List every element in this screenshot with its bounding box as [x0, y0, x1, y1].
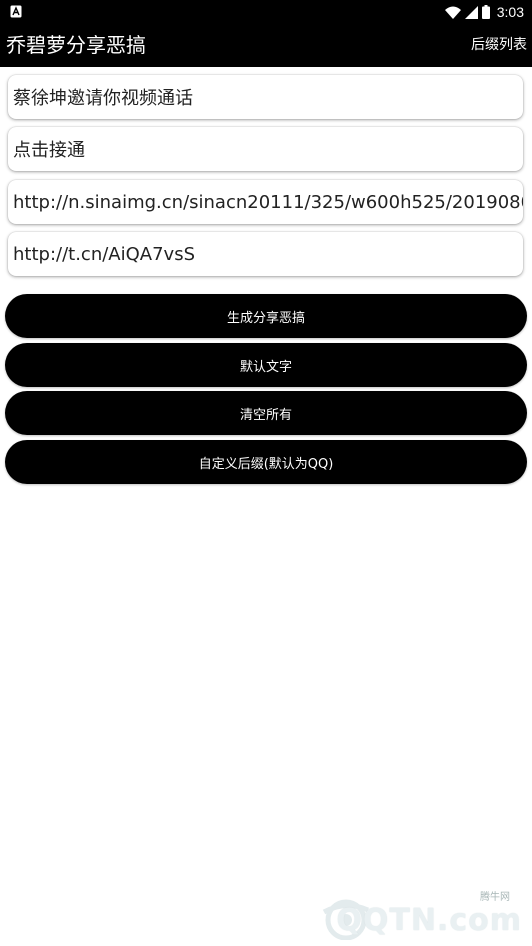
battery-icon — [481, 5, 490, 19]
status-time: 3:03 — [496, 4, 524, 20]
link-url-field-container — [8, 232, 523, 276]
app-bar: 乔碧萝分享恶搞 后缀列表 — [0, 24, 532, 67]
clear-all-button[interactable]: 清空所有 — [5, 391, 527, 435]
default-text-button[interactable]: 默认文字 — [5, 343, 527, 387]
notification-a-icon — [10, 5, 22, 18]
signal-icon — [464, 5, 478, 19]
custom-suffix-button[interactable]: 自定义后缀(默认为QQ) — [5, 440, 527, 484]
wifi-icon — [444, 6, 461, 19]
action-text-field[interactable] — [8, 127, 523, 171]
image-url-field[interactable] — [8, 180, 523, 224]
suffix-list-button[interactable]: 后缀列表 — [471, 36, 527, 54]
status-icons: 3:03 — [444, 0, 524, 24]
inviter-text-field[interactable] — [8, 75, 523, 119]
app-title: 乔碧萝分享恶搞 — [6, 33, 146, 57]
image-url-field-container — [8, 180, 523, 224]
action-text-field-container — [8, 127, 523, 171]
watermark: 腾牛网 QQTN.com — [316, 888, 526, 940]
watermark-brand: QQTN.com — [336, 903, 522, 938]
link-url-field[interactable] — [8, 232, 523, 276]
status-bar: 3:03 — [0, 0, 532, 24]
watermark-site-name: 腾牛网 — [480, 892, 510, 903]
inviter-text-field-container — [8, 75, 523, 119]
generate-share-button[interactable]: 生成分享恶搞 — [5, 294, 527, 338]
